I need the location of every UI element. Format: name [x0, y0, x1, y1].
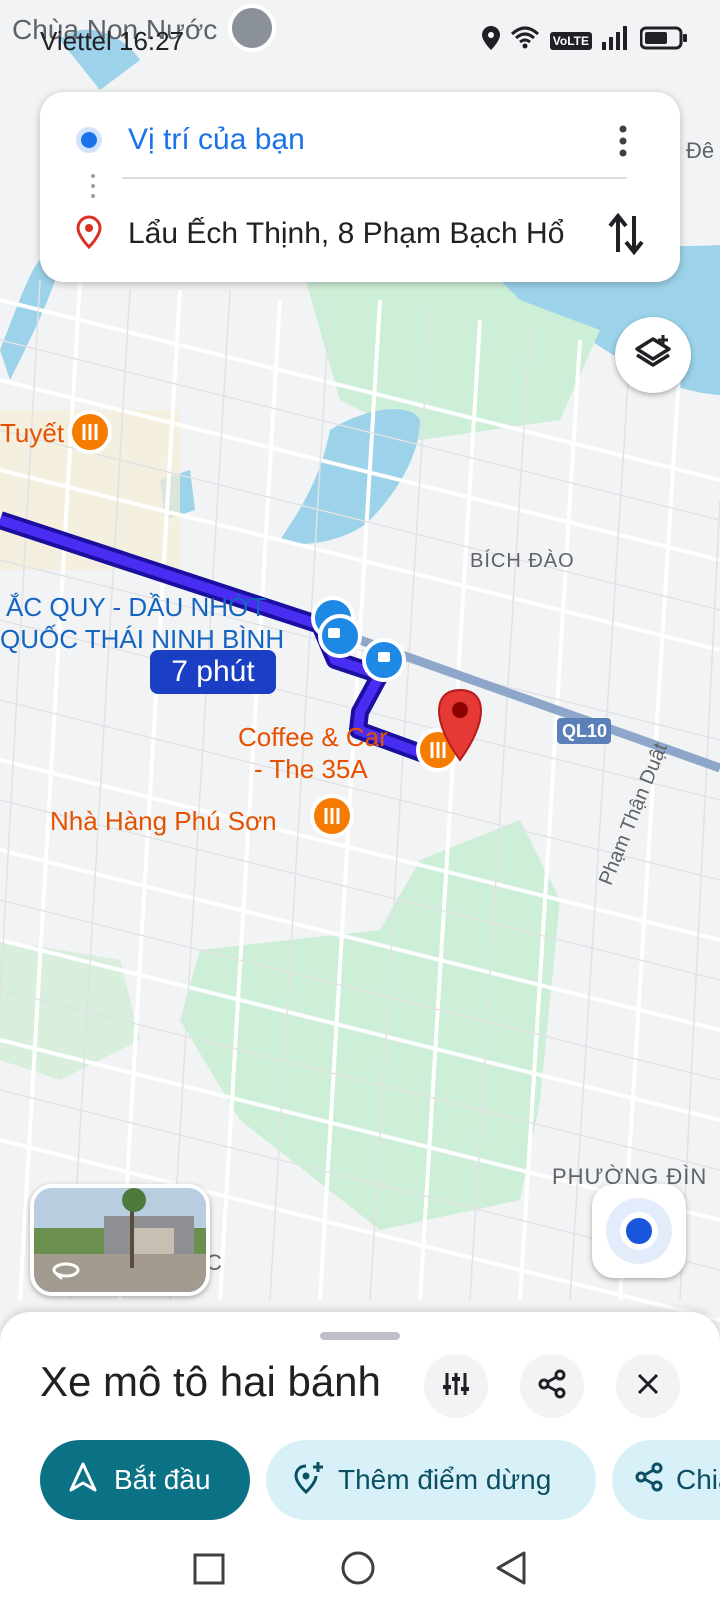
my-location-icon: [620, 1212, 658, 1250]
add-stop-icon: [292, 1460, 324, 1501]
label-coffee-1: Coffee & Car: [238, 722, 388, 752]
share-button[interactable]: Chia sẻ: [612, 1440, 720, 1520]
add-stop-label: Thêm điểm dừng: [338, 1464, 552, 1495]
label-coffee-2: - The 35A: [254, 754, 368, 784]
close-icon: [636, 1372, 660, 1401]
route-connector: [91, 174, 95, 202]
home-icon[interactable]: [340, 1550, 376, 1591]
options-button[interactable]: [424, 1354, 488, 1418]
layers-button[interactable]: [615, 317, 691, 393]
share-route-button[interactable]: [520, 1354, 584, 1418]
sheet-drag-handle[interactable]: [320, 1332, 400, 1340]
add-stop-button[interactable]: Thêm điểm dừng: [266, 1440, 596, 1520]
recents-icon[interactable]: [192, 1552, 226, 1591]
volte-badge: VoLTE: [549, 31, 592, 50]
divider: [122, 177, 627, 179]
share-icon: [537, 1369, 567, 1404]
destination-pin-icon: [76, 214, 102, 254]
close-button[interactable]: [616, 1354, 680, 1418]
route-time-badge[interactable]: 7 phút: [150, 650, 276, 694]
share-pill-icon: [634, 1462, 664, 1499]
wifi-icon: [510, 26, 540, 55]
layers-icon: [633, 333, 673, 378]
navigation-icon: [68, 1461, 98, 1500]
system-nav-bar: [0, 1536, 720, 1606]
rotate-360-icon: [52, 1260, 80, 1285]
destination-field[interactable]: Lẩu Ếch Thịnh, 8 Phạm Bạch Hổ: [128, 217, 583, 251]
label-shop-1: ẮC QUY - DẦU NHỚT: [6, 592, 267, 622]
location-icon: [481, 26, 500, 55]
label-de: Đê: [686, 138, 715, 163]
directions-card: Vị trí của bạn Lẩu Ếch Thịnh, 8 Phạm Bạc…: [40, 92, 680, 282]
share-label: Chia sẻ: [676, 1464, 720, 1495]
label-bich-dao: BÍCH ĐÀO: [470, 550, 575, 572]
label-highway: QL10: [562, 721, 608, 741]
signal-icon: [602, 26, 630, 55]
filter-icon: [441, 1369, 471, 1404]
start-label: Bắt đầu: [114, 1464, 211, 1495]
status-carrier-time: Viettel 16:27: [40, 26, 185, 56]
street-view-thumbnail[interactable]: [30, 1184, 210, 1296]
origin-field[interactable]: Vị trí của bạn: [128, 123, 305, 157]
label-tuyet: Tuyết: [0, 418, 65, 448]
swap-icon[interactable]: [606, 212, 646, 256]
label-restaurant: Nhà Hàng Phú Sơn: [50, 806, 277, 836]
my-location-button[interactable]: [592, 1184, 686, 1278]
travel-mode-title: Xe mô tô hai bánh: [40, 1358, 381, 1405]
origin-dot-icon: [76, 127, 102, 153]
back-icon[interactable]: [494, 1550, 528, 1591]
battery-icon: [639, 26, 688, 55]
bottom-sheet: Xe mô tô hai bánh Bắt đầu Thêm điểm dừng…: [0, 1312, 720, 1610]
status-icons: VoLTE: [481, 26, 688, 55]
more-icon[interactable]: [608, 124, 638, 158]
start-button[interactable]: Bắt đầu: [40, 1440, 250, 1520]
